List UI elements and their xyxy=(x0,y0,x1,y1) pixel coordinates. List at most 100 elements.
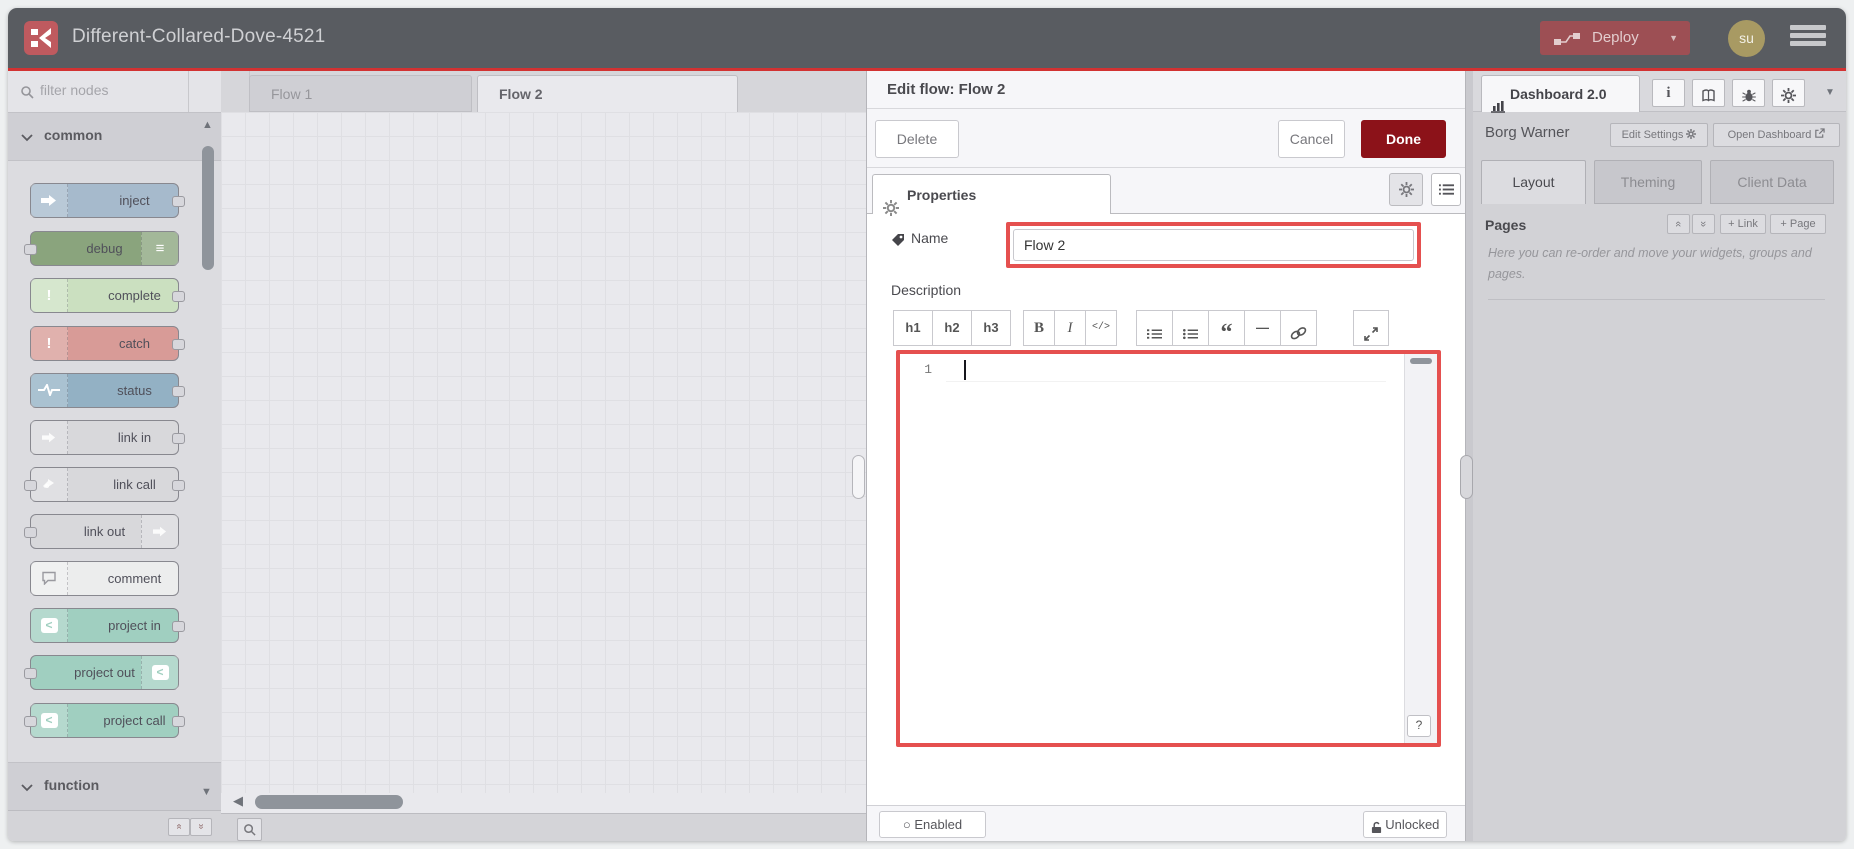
tab-flow-2[interactable]: Flow 2 xyxy=(477,75,738,113)
ordered-list-button[interactable] xyxy=(1136,310,1173,346)
node-output-port[interactable] xyxy=(172,621,185,632)
palette-node-link-out[interactable]: link out xyxy=(24,514,179,549)
external-link-icon xyxy=(1814,128,1826,141)
canvas-search-button[interactable] xyxy=(237,818,262,841)
palette-search[interactable]: filter nodes xyxy=(8,71,221,113)
palette-category-function[interactable]: function xyxy=(8,762,221,811)
palette-node-project-out[interactable]: < project out xyxy=(24,655,179,690)
chevron-down-icon xyxy=(21,779,33,797)
node-output-port[interactable] xyxy=(172,480,185,491)
done-button[interactable]: Done xyxy=(1361,120,1446,158)
node-output-port[interactable] xyxy=(172,716,185,727)
expand-editor-button[interactable] xyxy=(1353,310,1389,346)
add-page-button[interactable]: + Page xyxy=(1770,214,1826,234)
edit-settings-button[interactable]: Edit Settings xyxy=(1610,123,1708,147)
edit-flow-tray: Edit flow: Flow 2 Delete Cancel Done Pro… xyxy=(866,71,1466,841)
sidebar-divider xyxy=(1488,299,1825,300)
tab-dashboard-2[interactable]: Dashboard 2.0 xyxy=(1481,75,1640,113)
flow-enabled-toggle[interactable]: ○ Enabled xyxy=(879,811,986,838)
gear-icon xyxy=(1686,129,1697,141)
name-label: Name xyxy=(911,230,949,246)
flow-lock-toggle[interactable]: Unlocked xyxy=(1363,811,1447,838)
italic-button[interactable]: I xyxy=(1054,310,1086,346)
user-avatar[interactable]: su xyxy=(1728,20,1765,57)
edit-properties-button[interactable] xyxy=(1389,173,1423,206)
sidebar-resize-grip[interactable] xyxy=(1460,455,1473,499)
bar-chart-icon xyxy=(1490,87,1506,123)
link-button[interactable] xyxy=(1280,310,1317,346)
right-sidebar: Dashboard 2.0 i ▼ Borg Warner Edit Setti… xyxy=(1473,71,1846,841)
node-output-port[interactable] xyxy=(172,339,185,350)
node-output-port[interactable] xyxy=(172,291,185,302)
code-button[interactable]: </> xyxy=(1085,310,1117,346)
palette-node-inject[interactable]: inject xyxy=(30,183,185,218)
move-up-button[interactable]: « xyxy=(1667,214,1690,234)
node-palette: filter nodes common ▲ inject ≡ debug ! c… xyxy=(8,71,222,841)
node-output-port[interactable] xyxy=(172,386,185,397)
collapse-all-button[interactable]: « xyxy=(168,818,190,836)
help-book-tab-button[interactable] xyxy=(1692,79,1725,107)
palette-category-common[interactable]: common xyxy=(8,112,221,161)
node-input-port[interactable] xyxy=(24,716,37,727)
bold-button[interactable]: B xyxy=(1023,310,1055,346)
tray-footer: ○ Enabled Unlocked xyxy=(867,805,1465,841)
palette-node-comment[interactable]: comment xyxy=(30,561,179,596)
palette-node-complete[interactable]: ! complete xyxy=(30,278,185,313)
workspace-title: Different-Collared-Dove-4521 xyxy=(72,26,326,47)
info-tab-button[interactable]: i xyxy=(1652,79,1685,107)
description-list-button[interactable] xyxy=(1431,173,1461,206)
tray-title: Edit flow: Flow 2 xyxy=(887,81,1006,98)
canvas-scroll-left-icon[interactable]: ◀ xyxy=(233,794,243,807)
enabled-circle-icon: ○ xyxy=(902,817,911,832)
debug-tab-button[interactable] xyxy=(1732,79,1765,107)
palette-node-project-in[interactable]: < project in xyxy=(30,608,185,643)
node-input-port[interactable] xyxy=(24,480,37,491)
canvas-horizontal-scrollbar[interactable] xyxy=(255,795,403,809)
node-output-port[interactable] xyxy=(172,433,185,444)
tab-layout[interactable]: Layout xyxy=(1481,160,1586,204)
tab-properties[interactable]: Properties xyxy=(872,174,1111,217)
cancel-button[interactable]: Cancel xyxy=(1278,120,1345,158)
delete-button[interactable]: Delete xyxy=(875,120,959,158)
palette-scroll-up-icon[interactable]: ▲ xyxy=(202,120,213,131)
tab-theming[interactable]: Theming xyxy=(1594,160,1702,204)
deploy-caret-icon[interactable]: ▼ xyxy=(1669,33,1678,43)
config-nodes-tab-button[interactable] xyxy=(1772,79,1805,107)
palette-footer: « » xyxy=(8,810,221,841)
dashboard-project-name: Borg Warner xyxy=(1485,124,1570,141)
palette-node-debug[interactable]: ≡ debug xyxy=(24,231,179,266)
palette-node-status[interactable]: status xyxy=(30,373,185,408)
node-input-port[interactable] xyxy=(24,527,37,538)
unordered-list-button[interactable] xyxy=(1172,310,1209,346)
tray-header: Edit flow: Flow 2 xyxy=(867,71,1465,109)
palette-node-link-call[interactable]: link call xyxy=(24,467,185,502)
bug-icon xyxy=(1741,84,1756,102)
editor-help-button[interactable]: ? xyxy=(1407,715,1431,737)
palette-node-project-call[interactable]: < project call xyxy=(24,703,185,738)
node-output-port[interactable] xyxy=(172,196,185,207)
move-down-button[interactable]: » xyxy=(1692,214,1715,234)
palette-node-link-in[interactable]: link in xyxy=(30,420,185,455)
heading1-button[interactable]: h1 xyxy=(893,310,933,346)
heading3-button[interactable]: h3 xyxy=(971,310,1011,346)
description-label: Description xyxy=(891,282,962,298)
sidebar-menu-caret-icon[interactable]: ▼ xyxy=(1825,87,1835,98)
deploy-icon xyxy=(1554,31,1580,48)
expand-all-button[interactable]: » xyxy=(190,818,212,836)
open-dashboard-button[interactable]: Open Dashboard xyxy=(1713,123,1840,147)
node-input-port[interactable] xyxy=(24,244,37,255)
deploy-button[interactable]: Deploy ▼ xyxy=(1540,21,1690,55)
horizontal-rule-button[interactable]: — xyxy=(1244,310,1281,346)
tray-resize-grip[interactable] xyxy=(852,455,865,499)
tab-client-data[interactable]: Client Data xyxy=(1710,160,1834,204)
palette-node-catch[interactable]: ! catch xyxy=(30,326,185,361)
main-menu-icon[interactable] xyxy=(1790,25,1826,51)
add-link-button[interactable]: + Link xyxy=(1720,214,1766,234)
tab-flow-1[interactable]: Flow 1 xyxy=(249,75,472,112)
node-input-port[interactable] xyxy=(24,668,37,679)
book-icon xyxy=(1701,84,1716,102)
heading2-button[interactable]: h2 xyxy=(932,310,972,346)
blockquote-button[interactable]: “ xyxy=(1208,310,1245,346)
palette-scroll-down-icon[interactable]: ▼ xyxy=(201,787,212,798)
header-bar: Different-Collared-Dove-4521 Deploy ▼ su xyxy=(8,8,1846,68)
